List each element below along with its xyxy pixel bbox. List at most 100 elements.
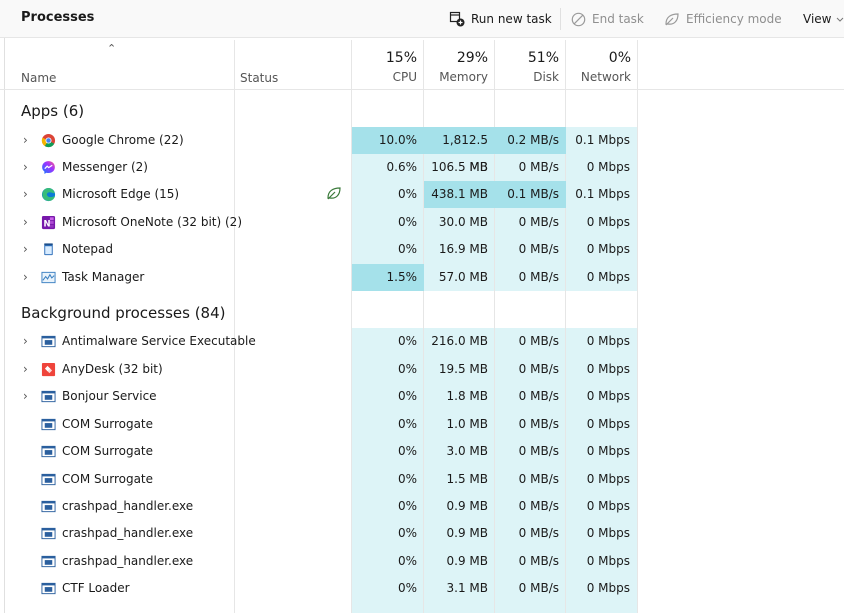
memory-cell: 19.5 MB <box>438 362 488 376</box>
process-row[interactable]: › Task Manager 1.5% 57.0 MB 0 MB/s 0 Mbp… <box>0 264 637 291</box>
process-row[interactable]: › Bonjour Service 0% 1.8 MB 0 MB/s 0 Mbp… <box>0 383 637 410</box>
expand-chevron-icon[interactable]: › <box>23 215 35 229</box>
column-status[interactable]: Status <box>240 71 278 85</box>
process-name: Bonjour Service <box>62 389 157 403</box>
process-row[interactable]: › Microsoft Edge (15) 0% 438.1 MB 0.1 MB… <box>0 181 637 208</box>
memory-total: 29% <box>456 50 488 66</box>
chrome-icon <box>41 133 56 148</box>
apps-section-header[interactable]: Apps (6) <box>21 102 84 120</box>
expand-chevron-icon[interactable]: › <box>23 270 35 284</box>
disk-cell: 0 MB/s <box>518 581 559 595</box>
column-divider <box>637 40 638 613</box>
cpu-cell: 0% <box>397 444 417 458</box>
process-row[interactable]: COM Surrogate 0% 3.0 MB 0 MB/s 0 Mbps <box>0 438 637 465</box>
disk-label: Disk <box>533 70 559 84</box>
cpu-cell: 0.6% <box>386 160 418 174</box>
disk-cell: 0 MB/s <box>518 242 559 256</box>
memory-cell: 57.0 MB <box>438 270 488 284</box>
disk-cell: 0 MB/s <box>518 526 559 540</box>
column-memory[interactable]: 29% Memory <box>424 50 488 84</box>
service-icon <box>41 555 56 568</box>
process-row[interactable]: › Google Chrome (22) 10.0% 1,812.5 MB 0.… <box>0 127 637 174</box>
process-row[interactable]: crashpad_handler.exe 0% 0.9 MB 0 MB/s 0 … <box>0 548 637 575</box>
memory-cell: 0.9 MB <box>446 554 488 568</box>
chevron-down-icon <box>837 17 844 22</box>
column-name[interactable]: Name <box>21 71 56 85</box>
background-section-header[interactable]: Background processes (84) <box>21 304 226 322</box>
memory-cell: 438.1 MB <box>424 181 495 208</box>
disk-cell: 0 MB/s <box>518 444 559 458</box>
network-cell: 0 Mbps <box>586 526 630 540</box>
column-network[interactable]: 0% Network <box>566 50 631 84</box>
memory-cell: 1.5 MB <box>446 472 488 486</box>
expand-chevron-icon[interactable]: › <box>23 334 35 348</box>
disk-cell: 0 MB/s <box>518 554 559 568</box>
disk-cell: 0 MB/s <box>518 417 559 431</box>
process-row[interactable]: › N Microsoft OneNote (32 bit) (2) 0% 30… <box>0 209 637 236</box>
end-task-icon <box>571 12 586 26</box>
expand-chevron-icon[interactable]: › <box>23 187 35 201</box>
process-name: CTF Loader <box>62 581 130 595</box>
disk-cell: 0 MB/s <box>518 389 559 403</box>
process-row[interactable]: CTF Loader 0% 3.1 MB 0 MB/s 0 Mbps <box>0 575 637 602</box>
network-cell: 0 Mbps <box>586 160 630 174</box>
network-cell: 0.1 Mbps <box>575 133 630 147</box>
run-new-task-button[interactable]: Run new task <box>449 9 552 29</box>
column-disk[interactable]: 51% Disk <box>495 50 559 84</box>
sort-caret-icon[interactable]: ⌃ <box>107 42 116 55</box>
cpu-cell: 10.0% <box>352 127 424 154</box>
disk-cell: 0 MB/s <box>518 334 559 348</box>
process-row[interactable]: › Messenger (2) 0.6% 106.5 MB 0 MB/s 0 M… <box>0 154 637 181</box>
process-row[interactable]: COM Surrogate 0% 1.0 MB 0 MB/s 0 Mbps <box>0 411 637 438</box>
expand-chevron-icon[interactable]: › <box>23 133 35 147</box>
column-cpu[interactable]: 15% CPU <box>352 50 417 84</box>
network-cell: 0 Mbps <box>586 334 630 348</box>
process-row[interactable]: COM Surrogate 0% 1.5 MB 0 MB/s 0 Mbps <box>0 466 637 493</box>
end-task-button[interactable]: End task <box>571 9 644 29</box>
view-menu-button[interactable]: View <box>803 9 844 29</box>
expand-chevron-icon[interactable]: › <box>23 242 35 256</box>
process-name: AnyDesk (32 bit) <box>62 362 163 376</box>
disk-cell: 0 MB/s <box>518 362 559 376</box>
memory-cell: 16.9 MB <box>438 242 488 256</box>
disk-cell: 0 MB/s <box>518 160 559 174</box>
toolbar-divider <box>560 8 561 30</box>
service-icon <box>41 418 56 431</box>
cpu-total: 15% <box>385 50 417 66</box>
service-icon <box>41 445 56 458</box>
process-row[interactable]: › AnyDesk (32 bit) 0% 19.5 MB 0 MB/s 0 M… <box>0 356 637 383</box>
expand-chevron-icon[interactable]: › <box>23 362 35 376</box>
cpu-cell: 0% <box>397 417 417 431</box>
network-cell: 0 Mbps <box>586 417 630 431</box>
expand-chevron-icon[interactable]: › <box>23 160 35 174</box>
efficiency-leaf-icon <box>327 187 341 200</box>
process-name: crashpad_handler.exe <box>62 554 194 568</box>
expand-chevron-icon[interactable]: › <box>23 389 35 403</box>
process-row[interactable]: crashpad_handler.exe 0% 0.9 MB 0 MB/s 0 … <box>0 493 637 520</box>
memory-cell: 0.9 MB <box>446 526 488 540</box>
efficiency-mode-label: Efficiency mode <box>686 12 782 26</box>
edge-icon <box>41 187 56 202</box>
network-cell: 0 Mbps <box>586 362 630 376</box>
process-name: COM Surrogate <box>62 444 154 458</box>
cpu-cell: 0% <box>397 554 417 568</box>
end-task-label: End task <box>592 12 644 26</box>
process-row[interactable]: › Notepad 0% 16.9 MB 0 MB/s 0 Mbps <box>0 236 637 263</box>
network-cell: 0 Mbps <box>586 389 630 403</box>
process-row[interactable]: › Antimalware Service Executable 0% 216.… <box>0 328 637 355</box>
process-row[interactable]: crashpad_handler.exe 0% 0.9 MB 0 MB/s 0 … <box>0 520 637 547</box>
disk-cell: 0 MB/s <box>518 472 559 486</box>
messenger-icon <box>42 161 55 174</box>
service-icon <box>41 527 56 540</box>
network-cell: 0 Mbps <box>586 499 630 513</box>
efficiency-mode-button[interactable]: Efficiency mode <box>664 9 782 29</box>
process-name: Microsoft OneNote (32 bit) (2) <box>62 215 242 229</box>
cpu-cell: 0% <box>397 242 417 256</box>
cpu-cell: 0% <box>397 472 417 486</box>
cpu-cell: 0% <box>397 187 417 201</box>
disk-cell: 0.1 MB/s <box>495 181 566 208</box>
process-name: crashpad_handler.exe <box>62 499 194 513</box>
svg-text:N: N <box>43 218 50 228</box>
notepad-icon <box>44 243 53 256</box>
service-icon <box>41 335 56 348</box>
